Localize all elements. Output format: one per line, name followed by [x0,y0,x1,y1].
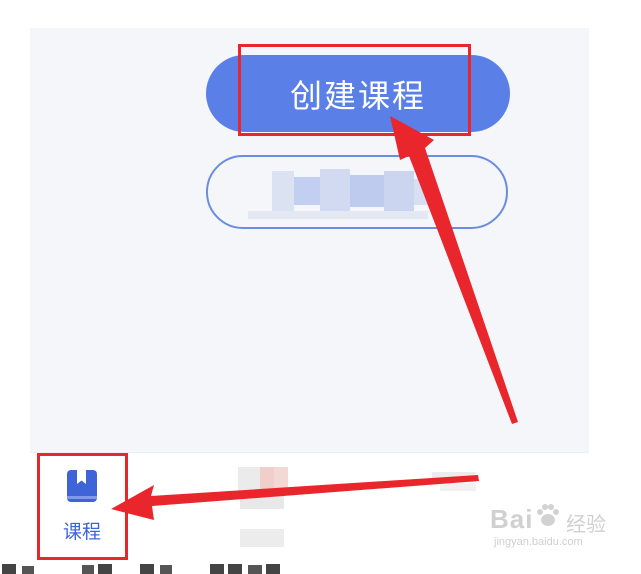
caption-fragment [266,564,280,574]
caption-fragment [22,566,34,574]
caption-fragment [2,564,16,574]
watermark-brand: Bai [490,504,534,534]
tab-course[interactable]: 课程 [38,454,126,558]
book-icon [67,469,97,502]
blurred-label [350,175,384,207]
blurred-tab-label [440,483,476,491]
caption-fragment [140,564,154,574]
screenshot-stage: 创建课程 课程 Bai 经验 jingyan.baidu.com [0,0,641,574]
baidu-jingyan-watermark: Bai 经验 jingyan.baidu.com [486,500,608,556]
blurred-tab-label [240,529,284,547]
blurred-label [320,169,350,213]
blurred-label [248,211,428,219]
caption-fragment [248,565,262,574]
blurred-label [294,177,320,205]
caption-fragment [160,565,172,574]
blurred-tab-label [240,495,284,509]
watermark-url: jingyan.baidu.com [494,536,583,548]
paw-icon [537,504,559,526]
blurred-label [272,171,294,211]
tab-course-label: 课程 [62,520,101,543]
cropped-caption [0,560,641,574]
caption-fragment [228,564,242,574]
blurred-tab-icon[interactable] [238,467,260,491]
blurred-tab-icon [260,467,274,491]
blurred-tab-icon[interactable] [432,472,476,482]
blurred-label [384,171,414,211]
caption-fragment [98,564,112,574]
blurred-label [414,179,436,205]
secondary-button-blurred[interactable] [206,155,508,229]
watermark-brand-suffix: 经验 [566,512,606,536]
blurred-tab-icon [274,467,288,491]
caption-fragment [210,564,224,574]
create-course-button[interactable]: 创建课程 [206,55,510,132]
caption-fragment [82,565,94,574]
